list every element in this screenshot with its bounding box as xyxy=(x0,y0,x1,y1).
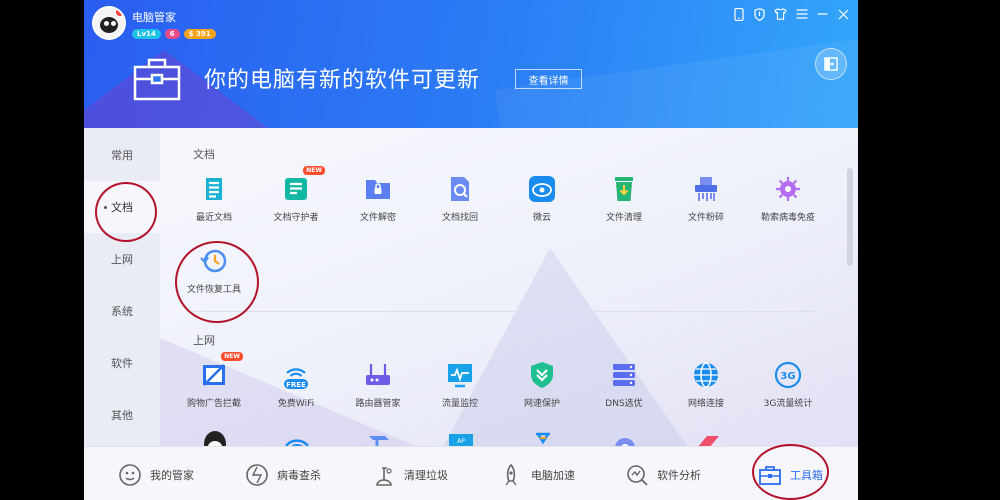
file-decrypt-icon xyxy=(363,174,393,204)
tool-partial-icon[interactable] xyxy=(365,432,393,446)
weiyun-icon xyxy=(527,174,557,204)
section-title-internet: 上网 xyxy=(193,334,215,347)
user-badges: Lv14 6 $ 391 xyxy=(132,29,216,39)
file-clean-icon xyxy=(609,174,639,204)
router-icon xyxy=(363,360,393,390)
gear-partial-icon[interactable] xyxy=(611,432,639,446)
tool-file-shred[interactable]: 文件粉碎 xyxy=(665,174,747,232)
hourglass-partial-icon[interactable] xyxy=(529,432,557,446)
cleanup-icon xyxy=(376,467,392,486)
tab-software-analysis[interactable]: 软件分析 xyxy=(625,463,701,487)
exit-toolbox-button[interactable] xyxy=(815,48,847,80)
bottom-tab-bar: 我的管家 病毒查杀 清理垃圾 电脑加速 软件分析 工具箱 xyxy=(84,446,858,500)
svg-text:AP: AP xyxy=(457,438,465,445)
doc-recover-icon xyxy=(445,174,475,204)
section-title-documents: 文档 xyxy=(193,148,215,161)
ad-block-icon: NEW xyxy=(199,352,243,390)
annotation-circle-documents xyxy=(95,182,157,242)
tool-file-clean[interactable]: 文件清理 xyxy=(583,174,665,232)
doc-guardian-icon: NEW xyxy=(281,166,325,204)
avatar[interactable] xyxy=(92,6,126,40)
qq-icon[interactable] xyxy=(201,430,229,446)
ransomware-immune-icon xyxy=(773,174,803,204)
nav-item-common[interactable]: 常用 xyxy=(84,129,160,181)
exit-icon xyxy=(824,57,838,71)
tool-doc-guardian[interactable]: NEW 文档守护者 xyxy=(255,166,337,232)
monitor-partial-icon[interactable]: AP xyxy=(447,432,475,446)
new-tag: NEW xyxy=(221,352,243,361)
tab-cleanup[interactable]: 清理垃圾 xyxy=(372,463,448,487)
tool-network-connect[interactable]: 网络连接 xyxy=(665,360,747,418)
annotation-circle-toolbox xyxy=(752,444,829,500)
tool-file-decrypt[interactable]: 文件解密 xyxy=(337,174,419,232)
window-controls xyxy=(728,4,854,24)
nav-item-system[interactable]: 系统 xyxy=(84,285,160,337)
virus-scan-icon xyxy=(246,464,268,486)
wifi-partial-icon[interactable] xyxy=(283,432,311,446)
vip-badge[interactable]: 6 xyxy=(164,29,180,39)
close-icon[interactable] xyxy=(833,4,854,24)
notification-dot xyxy=(115,8,124,17)
menu-icon[interactable] xyxy=(791,4,812,24)
network-globe-icon xyxy=(691,360,721,390)
minimize-icon[interactable] xyxy=(812,4,833,24)
username[interactable]: 电脑管家 xyxy=(132,9,176,25)
tool-traffic-monitor[interactable]: 流量监控 xyxy=(419,360,501,418)
tool-ad-block[interactable]: NEW 购物广告拦截 xyxy=(173,352,255,418)
free-wifi-icon: FREE xyxy=(281,360,311,390)
tool-recent-docs[interactable]: 最近文档 xyxy=(173,174,255,232)
tool-doc-recover[interactable]: 文档找回 xyxy=(419,174,501,232)
tool-router[interactable]: 路由器管家 xyxy=(337,360,419,418)
my-manager-icon xyxy=(119,464,141,486)
scrollbar[interactable] xyxy=(847,168,853,266)
svg-text:FREE: FREE xyxy=(286,381,306,389)
tab-speed-up[interactable]: 电脑加速 xyxy=(499,463,575,487)
tool-speed-protect[interactable]: 网速保护 xyxy=(501,360,583,418)
phone-icon[interactable] xyxy=(728,4,749,24)
speed-protect-icon xyxy=(527,360,557,390)
new-tag: NEW xyxy=(303,166,325,175)
view-details-button[interactable]: 查看详情 xyxy=(515,69,582,89)
tool-free-wifi[interactable]: FREE 免费WiFi xyxy=(255,360,337,418)
tool-weiyun[interactable]: 微云 xyxy=(501,174,583,232)
nav-item-software[interactable]: 软件 xyxy=(84,337,160,389)
software-analysis-icon xyxy=(627,465,648,486)
3g-stats-icon: 3G xyxy=(773,360,803,390)
eraser-partial-icon[interactable] xyxy=(693,432,721,446)
tool-3g-stats[interactable]: 3G 3G流量统计 xyxy=(747,360,829,418)
svg-text:3G: 3G xyxy=(780,371,795,382)
tool-ransomware-immune[interactable]: 勒索病毒免疫 xyxy=(747,174,829,232)
update-headline: 你的电脑有新的软件可更新 xyxy=(204,68,481,93)
section-divider xyxy=(193,311,815,312)
toolbox-icon xyxy=(132,55,182,101)
recent-docs-icon xyxy=(199,174,229,204)
tool-grid-panel: 文档 最近文档 NEW 文档守护者 文件解密 文档找回 微云 文件清理 文件粉碎… xyxy=(160,128,858,446)
tab-my-manager[interactable]: 我的管家 xyxy=(118,463,194,487)
shield-icon[interactable] xyxy=(749,4,770,24)
annotation-circle-file-restore xyxy=(175,241,259,323)
category-sidebar: 常用 文档 上网 系统 软件 其他 xyxy=(84,128,160,446)
level-badge[interactable]: Lv14 xyxy=(132,29,161,39)
file-shred-icon xyxy=(691,174,721,204)
coin-badge[interactable]: $ 391 xyxy=(183,29,216,39)
tool-dns[interactable]: DNS选优 xyxy=(583,360,665,418)
nav-item-other[interactable]: 其他 xyxy=(84,389,160,441)
dns-icon xyxy=(609,360,639,390)
rocket-icon xyxy=(505,463,517,486)
shirt-icon[interactable] xyxy=(770,4,791,24)
traffic-monitor-icon xyxy=(445,360,475,390)
tab-virus-scan[interactable]: 病毒查杀 xyxy=(245,463,321,487)
header-banner: 电脑管家 Lv14 6 $ 391 你的电脑有新的软件可更新 查看详情 xyxy=(84,0,858,128)
